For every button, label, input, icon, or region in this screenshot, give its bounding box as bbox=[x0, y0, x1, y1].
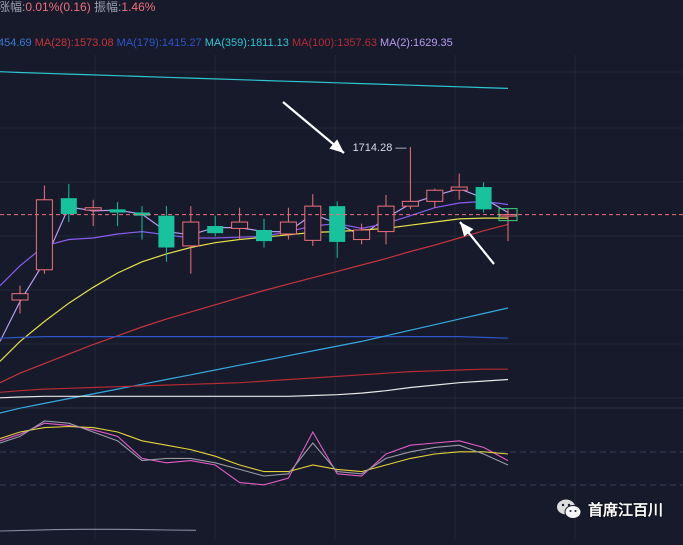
lower-panel-line bbox=[0, 528, 197, 532]
arrow-pointing-last-candle bbox=[459, 221, 495, 265]
candle-body bbox=[377, 205, 395, 233]
candle bbox=[475, 182, 492, 213]
candle-body bbox=[304, 205, 322, 241]
candle-body bbox=[158, 215, 175, 248]
ma-legend-item: 454.69 bbox=[0, 37, 32, 49]
candle bbox=[256, 218, 272, 248]
candle-body bbox=[353, 229, 371, 241]
candle bbox=[426, 188, 444, 208]
ma-legend-item: MA(359):1811.13 bbox=[202, 37, 289, 49]
ma-line-ma100 bbox=[0, 368, 508, 393]
candle-body bbox=[329, 206, 346, 242]
candle bbox=[329, 201, 346, 258]
watermark: 首席江百川 bbox=[556, 498, 663, 520]
candle bbox=[84, 199, 102, 227]
candle bbox=[304, 194, 322, 246]
candle-body bbox=[207, 226, 224, 234]
candle bbox=[60, 183, 77, 223]
ma-legend: 454.69 MA(28):1573.08 MA(179):1415.27 MA… bbox=[0, 37, 453, 49]
candle-body bbox=[450, 186, 468, 191]
ma-legend-item: MA(2):1629.35 bbox=[377, 37, 453, 49]
kline-chart[interactable]: 1714.28 — 涨幅:0.01%(0.16) 振幅:1.46% 454.69 M… bbox=[0, 0, 683, 540]
candle bbox=[134, 206, 150, 240]
candle bbox=[450, 173, 468, 200]
candle-body bbox=[11, 293, 29, 301]
header-segment: 0.01%(0.16) bbox=[25, 0, 90, 14]
peak-price-label: 1714.28 — bbox=[353, 142, 407, 154]
candle-body bbox=[475, 187, 492, 210]
header-change-line: 涨幅:0.01%(0.16) 振幅:1.46% bbox=[0, 0, 156, 14]
candle bbox=[35, 185, 53, 274]
ma-legend-item: MA(179):1415.27 bbox=[114, 37, 202, 49]
header-segment: 振幅: bbox=[91, 0, 122, 14]
ma-legend-item: MA(100):1357.63 bbox=[289, 37, 377, 49]
candle bbox=[377, 195, 395, 245]
ma-line-ma60 bbox=[0, 307, 509, 414]
candle bbox=[207, 215, 224, 237]
candle-body bbox=[109, 209, 126, 213]
watermark-text: 首席江百川 bbox=[587, 501, 663, 519]
ma-line-ma179 bbox=[0, 336, 509, 339]
candle-body bbox=[401, 200, 419, 207]
header-segment: 1.46% bbox=[121, 0, 155, 14]
candle bbox=[231, 207, 249, 240]
candle-body bbox=[35, 199, 53, 271]
oscillator-line-d bbox=[0, 425, 509, 473]
candle-body bbox=[134, 212, 150, 216]
ma-line-ma28 bbox=[0, 223, 509, 384]
candle bbox=[401, 147, 419, 210]
ma-legend-item: MA(28):1573.08 bbox=[32, 37, 114, 49]
candle-body bbox=[279, 221, 297, 235]
candle-body bbox=[182, 221, 200, 247]
ma-line-ma359 bbox=[0, 71, 509, 89]
oscillator-line-j bbox=[0, 420, 509, 477]
header-segment: 涨幅: bbox=[0, 0, 25, 14]
candle-body bbox=[426, 189, 444, 202]
candle-body bbox=[84, 207, 102, 211]
candle-body bbox=[256, 230, 272, 242]
candle-body bbox=[60, 198, 77, 215]
candle bbox=[182, 206, 200, 274]
wechat-icon bbox=[556, 499, 582, 519]
chart-root: 1714.28 — 涨幅:0.01%(0.16) 振幅:1.46% 454.69 M… bbox=[0, 0, 683, 540]
candle-body bbox=[231, 221, 249, 229]
candle bbox=[109, 202, 126, 227]
